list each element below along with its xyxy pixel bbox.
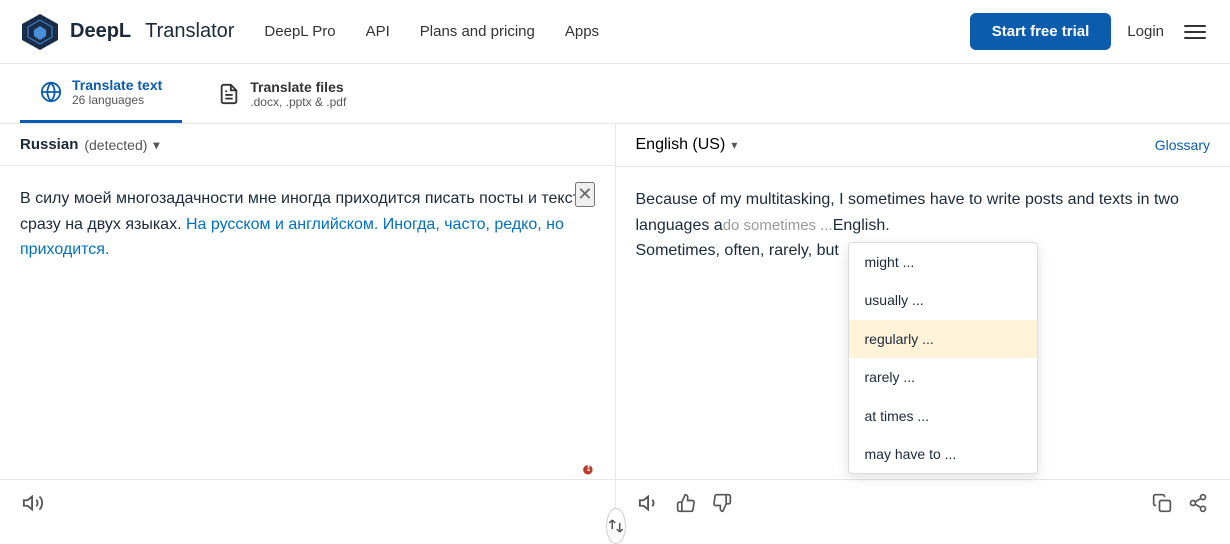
tab-text-sub: 26 languages	[72, 93, 162, 107]
source-lang-label: Russian	[20, 136, 78, 153]
copy-button[interactable]	[1150, 491, 1174, 515]
globe-icon	[40, 81, 62, 103]
target-speaker-button[interactable]	[636, 490, 662, 516]
thumbs-up-icon	[676, 493, 696, 513]
suggestion-at-times[interactable]: at times ...	[849, 397, 1037, 435]
source-lang-selector[interactable]: Russian (detected) ▾	[20, 136, 159, 153]
thumbs-up-button[interactable]	[674, 491, 698, 515]
error-indicator: ● !	[581, 456, 594, 482]
source-lang-detected: (detected)	[84, 137, 147, 153]
target-text-after: English.	[833, 217, 890, 234]
logo-type: Translator	[145, 20, 234, 43]
footer-left-icons	[636, 490, 734, 516]
tab-text-label: Translate text	[72, 77, 162, 93]
source-panel: Russian (detected) ▾ В силу моей многоза…	[0, 124, 616, 526]
suggestion-usually[interactable]: usually ...	[849, 281, 1037, 319]
tab-translate-text[interactable]: Translate text 26 languages	[20, 64, 182, 123]
target-text-before: Because of my multitasking, I sometimes …	[636, 191, 1179, 234]
source-lang-header: Russian (detected) ▾	[0, 124, 615, 166]
suggestion-regularly[interactable]: regularly ...	[849, 320, 1037, 358]
speaker-icon	[638, 492, 660, 514]
target-text-ghost: do sometimes ...	[723, 217, 833, 234]
deepl-logo-icon	[20, 12, 60, 52]
main-nav: DeepL Pro API Plans and pricing Apps	[264, 23, 969, 40]
header-actions: Start free trial Login	[970, 13, 1210, 50]
logo-brand: DeepL	[70, 20, 131, 43]
suggestions-dropdown: might ... usually ... regularly ... rare…	[848, 242, 1038, 474]
nav-item-deepl-pro[interactable]: DeepL Pro	[264, 23, 335, 40]
error-exclamation: !	[586, 458, 591, 474]
glossary-link[interactable]: Glossary	[1155, 137, 1210, 153]
target-panel: English (US) ▾ Glossary Because of my mu…	[616, 124, 1230, 526]
footer-right-icons	[1150, 491, 1210, 515]
source-lang-chevron: ▾	[153, 138, 159, 152]
hamburger-menu[interactable]	[1180, 21, 1210, 43]
tab-files-label: Translate files	[250, 79, 346, 95]
target-panel-footer	[616, 479, 1230, 526]
suggestion-may-have-to[interactable]: may have to ...	[849, 435, 1037, 473]
suggestion-rarely[interactable]: rarely ...	[849, 358, 1037, 396]
tab-files-sub: .docx, .pptx & .pdf	[250, 95, 346, 109]
translation-area: Russian (detected) ▾ В силу моей многоза…	[0, 124, 1230, 526]
swap-languages-button[interactable]	[606, 508, 626, 544]
share-icon	[1188, 493, 1208, 513]
thumbs-down-button[interactable]	[710, 491, 734, 515]
header: DeepL Translator DeepL Pro API Plans and…	[0, 0, 1230, 64]
start-trial-button[interactable]: Start free trial	[970, 13, 1112, 50]
share-button[interactable]	[1186, 491, 1210, 515]
nav-item-plans[interactable]: Plans and pricing	[420, 23, 535, 40]
source-panel-footer	[0, 479, 615, 526]
target-lang-chevron: ▾	[731, 138, 737, 152]
nav-item-apps[interactable]: Apps	[565, 23, 599, 40]
thumbs-down-icon	[712, 493, 732, 513]
source-text-highlight2: На русском и английском.	[186, 216, 378, 233]
swap-icon	[607, 517, 625, 535]
target-text-line2: Sometimes, often, rarely, but	[636, 242, 839, 259]
nav-item-api[interactable]: API	[366, 23, 390, 40]
login-button[interactable]: Login	[1127, 23, 1164, 40]
tab-translate-files[interactable]: Translate files .docx, .pptx & .pdf	[198, 64, 366, 123]
target-lang-header: English (US) ▾ Glossary	[616, 124, 1230, 167]
target-lang-selector[interactable]: English (US) ▾	[636, 136, 738, 154]
file-icon	[218, 83, 240, 105]
source-speaker-button[interactable]	[20, 490, 46, 516]
logo[interactable]: DeepL Translator	[20, 12, 234, 52]
clear-source-button[interactable]: ✕	[575, 182, 594, 207]
speaker-icon	[22, 492, 44, 514]
close-icon: ✕	[577, 184, 592, 204]
source-text-area[interactable]: В силу моей многозадачности мне иногда п…	[0, 166, 615, 479]
copy-icon	[1152, 493, 1172, 513]
target-lang-label: English (US)	[636, 136, 726, 154]
target-text-area: Because of my multitasking, I sometimes …	[616, 167, 1230, 479]
tabs-bar: Translate text 26 languages Translate fi…	[0, 64, 1230, 124]
suggestion-might[interactable]: might ...	[849, 243, 1037, 281]
